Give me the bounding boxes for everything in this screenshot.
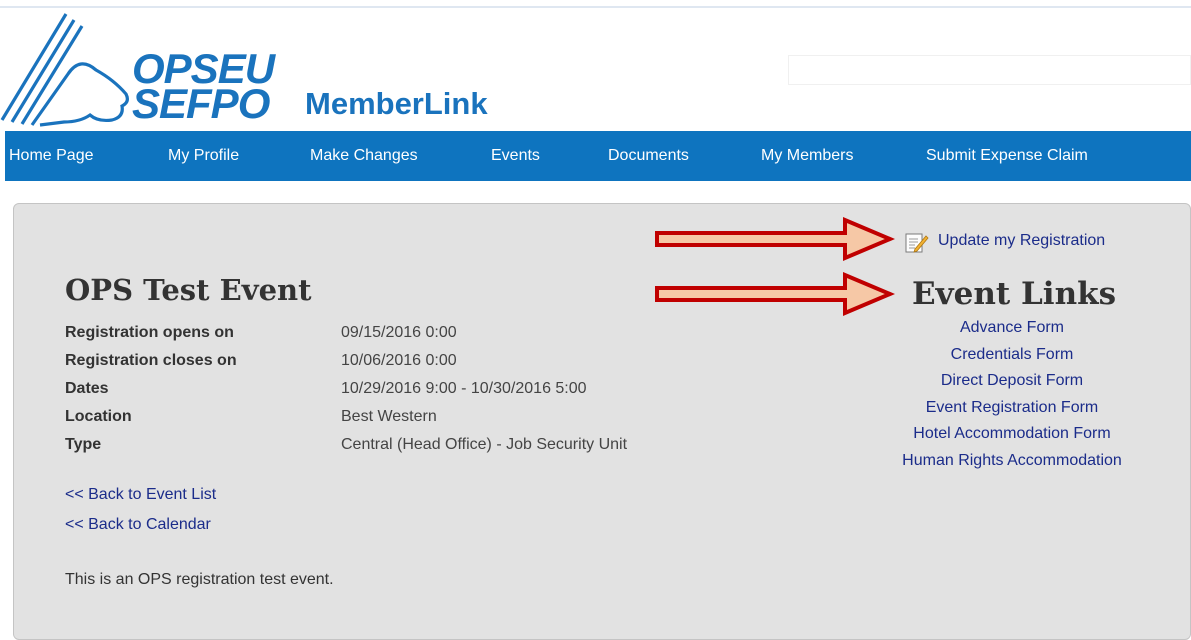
detail-label-location: Location (65, 408, 132, 425)
detail-value-location: Best Western (341, 408, 437, 425)
advance-form-link[interactable]: Advance Form (882, 319, 1142, 337)
app-title: MemberLink (305, 86, 488, 121)
hotel-accommodation-form-link[interactable]: Hotel Accommodation Form (882, 425, 1142, 443)
detail-label-type: Type (65, 436, 102, 453)
nav-events[interactable]: Events (491, 131, 540, 181)
nav-my-profile[interactable]: My Profile (168, 131, 239, 181)
detail-label-registration-closes: Registration closes on (65, 352, 237, 369)
logo-text-line2: SEFPO (132, 80, 270, 127)
detail-label-registration-opens: Registration opens on (65, 324, 234, 341)
event-registration-form-link[interactable]: Event Registration Form (882, 399, 1142, 417)
nav-home-page[interactable]: Home Page (9, 131, 94, 181)
header-search-box[interactable] (788, 55, 1191, 85)
detail-value-type: Central (Head Office) - Job Security Uni… (341, 436, 628, 453)
detail-value-registration-closes: 10/06/2016 0:00 (341, 352, 457, 369)
nav-submit-expense-claim[interactable]: Submit Expense Claim (926, 131, 1088, 181)
credentials-form-link[interactable]: Credentials Form (882, 346, 1142, 364)
nav-documents[interactable]: Documents (608, 131, 689, 181)
back-to-event-list-link[interactable]: << Back to Event List (65, 486, 216, 504)
annotation-arrow-event-links (655, 272, 895, 317)
detail-value-registration-opens: 09/15/2016 0:00 (341, 324, 457, 341)
event-description: This is an OPS registration test event. (65, 571, 334, 588)
main-navbar: Home Page My Profile Make Changes Events… (5, 131, 1191, 181)
back-to-calendar-link[interactable]: << Back to Calendar (65, 516, 211, 534)
human-rights-accommodation-link[interactable]: Human Rights Accommodation (882, 452, 1142, 470)
edit-note-icon[interactable] (905, 232, 929, 254)
update-my-registration-link[interactable]: Update my Registration (938, 232, 1105, 250)
detail-value-dates: 10/29/2016 9:00 - 10/30/2016 5:00 (341, 380, 587, 397)
annotation-arrow-update (655, 217, 895, 262)
event-title: OPS Test Event (65, 273, 312, 307)
detail-label-dates: Dates (65, 380, 109, 397)
nav-my-members[interactable]: My Members (761, 131, 853, 181)
direct-deposit-form-link[interactable]: Direct Deposit Form (882, 372, 1142, 390)
event-links-title: Event Links (912, 276, 1117, 312)
nav-make-changes[interactable]: Make Changes (310, 131, 418, 181)
